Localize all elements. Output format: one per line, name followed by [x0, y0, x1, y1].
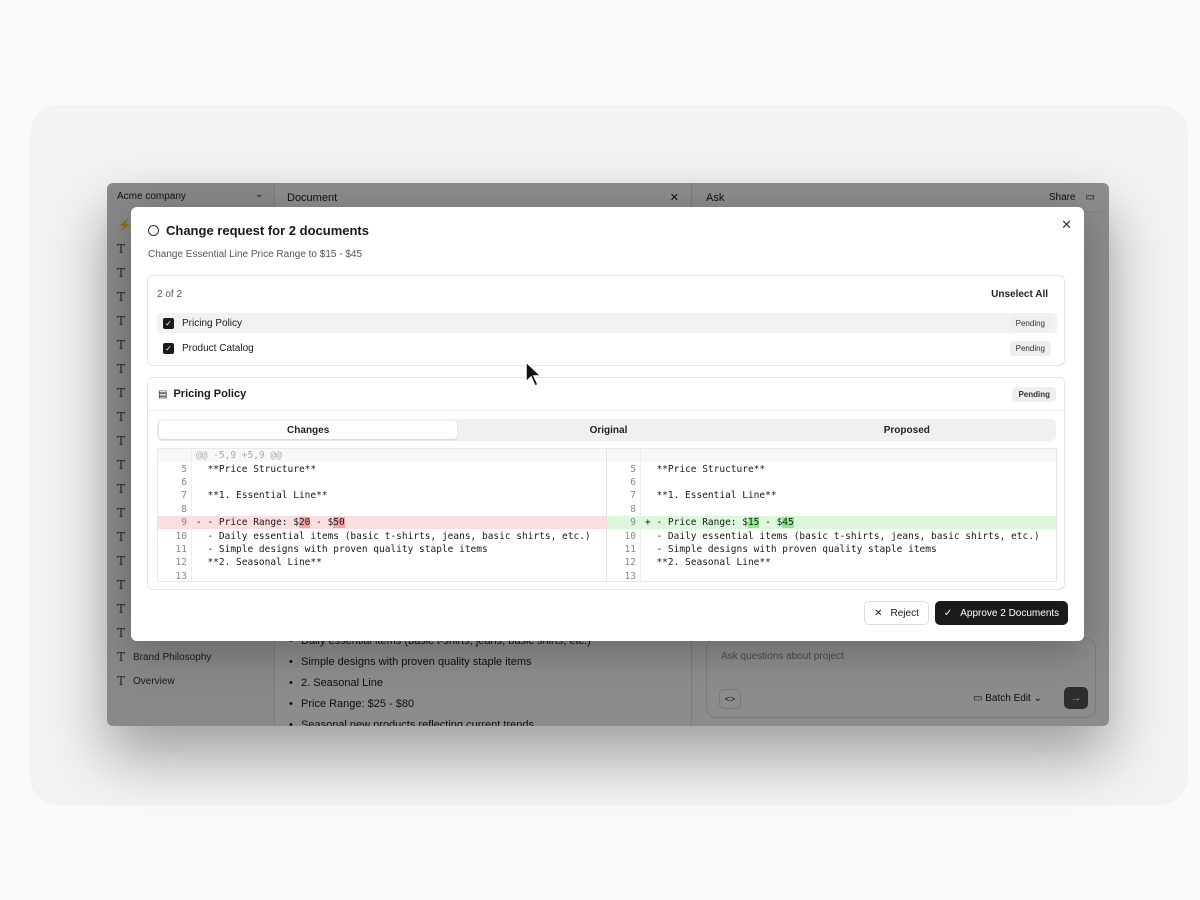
- diff-line: 7 **1. Essential Line**: [158, 489, 606, 503]
- line-number: 11: [607, 542, 641, 557]
- diff-line: 11 - Simple designs with proven quality …: [607, 542, 1056, 557]
- line-number: [607, 449, 641, 463]
- checkbox-checked-icon[interactable]: ✓: [163, 317, 174, 329]
- line-number: 13: [607, 569, 641, 583]
- diff-highlight: 45: [782, 517, 794, 529]
- tab-changes[interactable]: Changes: [159, 421, 458, 439]
- unselect-all-button[interactable]: Unselect All: [991, 289, 1048, 300]
- approve-button[interactable]: ✓ Approve 2 Documents: [935, 601, 1068, 625]
- line-number: 13: [158, 569, 192, 583]
- reject-button[interactable]: ✕ Reject: [864, 601, 929, 625]
- diff-line: 7 **1. Essential Line**: [607, 489, 1056, 503]
- line-number: 10: [607, 529, 641, 543]
- diff-line-text: + - Price Range: $15 - $45: [641, 517, 794, 529]
- modal-subtitle: Change Essential Line Price Range to $15…: [148, 249, 363, 260]
- diff-viewer: ▤ Pricing Policy Pending Changes Origina…: [147, 377, 1065, 590]
- line-number: 12: [158, 556, 192, 570]
- diff-line-text: **Price Structure**: [645, 463, 766, 475]
- diff-highlight: 15: [747, 517, 760, 529]
- check-icon: ✓: [943, 607, 953, 619]
- mouse-cursor-icon: [525, 360, 542, 388]
- diff-line-text: **1. Essential Line**: [196, 490, 328, 502]
- status-circle-icon: [148, 225, 159, 236]
- diff-line-text: **2. Seasonal Line**: [645, 557, 771, 569]
- diff-line-text: **1. Essential Line**: [645, 490, 777, 502]
- status-badge: Pending: [1012, 387, 1056, 402]
- diff-line-text: **Price Structure**: [196, 463, 317, 475]
- reject-button-label: Reject: [890, 607, 919, 619]
- diff-line-text: **2. Seasonal Line**: [196, 557, 322, 569]
- diff-line: 13: [607, 569, 1056, 583]
- diff-line: 11 - Simple designs with proven quality …: [158, 542, 606, 557]
- diff-line: 8: [607, 502, 1056, 516]
- tab-proposed[interactable]: Proposed: [758, 419, 1056, 441]
- line-number: 5: [607, 462, 641, 476]
- line-number: 9: [158, 515, 192, 530]
- line-number: 10: [158, 529, 192, 543]
- diff-segment: + - Price Range: $: [645, 517, 748, 529]
- line-number: 7: [158, 489, 192, 503]
- diff-hunk-text: @@ -5,9 +5,9 @@: [196, 450, 282, 462]
- diff-line-text: - Simple designs with proven quality sta…: [645, 543, 937, 555]
- line-number: 8: [607, 502, 641, 516]
- diff-left-pane: @@ -5,9 +5,9 @@ 5 **Price Structure** 6 7 *…: [158, 449, 607, 583]
- diff-line-text: - - Price Range: $20 - $50: [192, 517, 345, 529]
- diff-line: 10 - Daily essential items (basic t-shir…: [158, 529, 606, 543]
- line-number: 5: [158, 462, 192, 476]
- line-number: 12: [607, 556, 641, 570]
- diff-line-text: - Daily essential items (basic t-shirts,…: [645, 530, 1040, 542]
- document-row-label: Product Catalog: [182, 342, 254, 354]
- status-badge: Pending: [1009, 340, 1051, 356]
- diff-highlight: 20: [298, 517, 311, 529]
- line-number: 6: [158, 475, 192, 490]
- approve-button-label: Approve 2 Documents: [960, 607, 1060, 619]
- close-icon: ✕: [874, 607, 883, 619]
- line-number: 6: [607, 475, 641, 490]
- line-number: 8: [158, 502, 192, 516]
- diff-segment: - - Price Range: $: [196, 517, 299, 529]
- document-icon: ▤: [158, 388, 168, 400]
- close-icon[interactable]: ✕: [1061, 217, 1072, 233]
- document-row-pricing-policy[interactable]: ✓ Pricing Policy Pending: [157, 313, 1057, 333]
- checkbox-checked-icon[interactable]: ✓: [163, 342, 174, 354]
- diff-line: 6: [158, 475, 606, 490]
- document-selection: 2 of 2 Unselect All ✓ Pricing Policy Pen…: [147, 275, 1065, 366]
- diff-line: 5 **Price Structure**: [607, 462, 1056, 476]
- selection-count: 2 of 2: [157, 289, 183, 300]
- diff-line-text: - Daily essential items (basic t-shirts,…: [196, 530, 591, 542]
- line-number: 11: [158, 542, 192, 557]
- diff-document-name: Pricing Policy: [173, 388, 247, 400]
- diff-segment: - $: [310, 517, 334, 529]
- diff-line: 8: [158, 502, 606, 516]
- line-number: 9: [607, 515, 641, 530]
- diff-line: 12 **2. Seasonal Line**: [158, 556, 606, 570]
- diff-tabs: Changes Original Proposed: [157, 419, 1056, 441]
- tab-original[interactable]: Original: [459, 419, 757, 441]
- modal-title-text: Change request for 2 documents: [166, 223, 369, 238]
- diff-line-removed: 9- - Price Range: $20 - $50: [158, 515, 606, 530]
- diff-line: 13: [158, 569, 606, 583]
- status-badge: Pending: [1009, 315, 1051, 331]
- diff-right-pane: 5 **Price Structure** 6 7 **1. Essential L…: [607, 449, 1056, 583]
- diff-line: 10 - Daily essential items (basic t-shir…: [607, 529, 1056, 543]
- diff-highlight: 50: [333, 517, 345, 529]
- diff-line: 12 **2. Seasonal Line**: [607, 556, 1056, 570]
- diff-hunk-header: [607, 449, 1056, 463]
- change-request-modal: ✕ Change request for 2 documents Change …: [131, 207, 1084, 641]
- line-number: 7: [607, 489, 641, 503]
- diff-line-added: 9 + - Price Range: $15 - $45: [607, 515, 1056, 530]
- modal-title: Change request for 2 documents: [148, 223, 369, 238]
- diff-line: 6: [607, 475, 1056, 490]
- diff-line: 5 **Price Structure**: [158, 462, 606, 476]
- diff-line-text: - Simple designs with proven quality sta…: [196, 543, 488, 555]
- diff-grid: @@ -5,9 +5,9 @@ 5 **Price Structure** 6 7 *…: [157, 448, 1057, 583]
- diff-segment: - $: [759, 517, 783, 529]
- document-row-label: Pricing Policy: [182, 317, 243, 329]
- line-number: [158, 449, 192, 463]
- document-row-product-catalog[interactable]: ✓ Product Catalog Pending: [157, 338, 1057, 358]
- diff-hunk-header: @@ -5,9 +5,9 @@: [158, 449, 606, 463]
